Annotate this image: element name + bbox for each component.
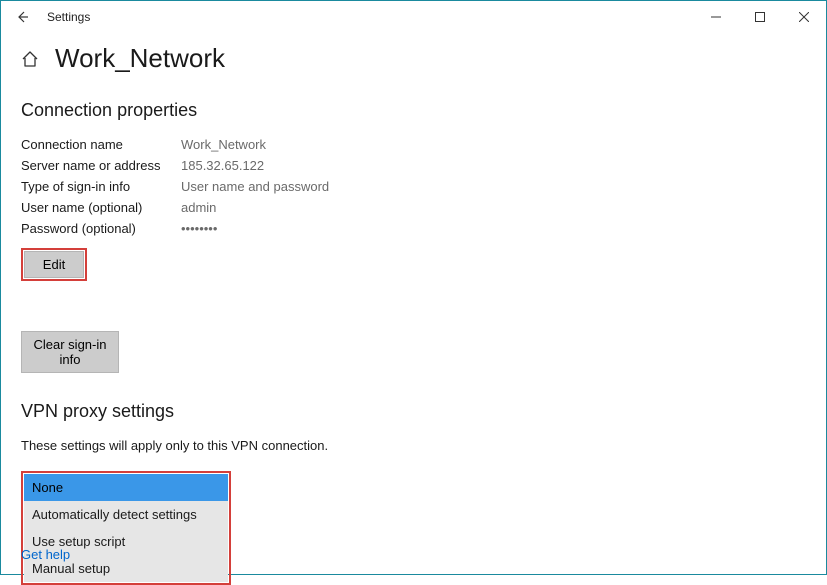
prop-label: Server name or address: [21, 158, 181, 173]
title-bar: Settings: [1, 1, 826, 33]
prop-value: admin: [181, 200, 216, 215]
home-icon[interactable]: [21, 50, 39, 68]
prop-row-password: Password (optional) ••••••••: [21, 221, 806, 236]
prop-row-username: User name (optional) admin: [21, 200, 806, 215]
clear-signin-button[interactable]: Clear sign-in info: [21, 331, 119, 373]
get-help-link[interactable]: Get help: [21, 547, 70, 562]
window-title: Settings: [47, 10, 90, 24]
minimize-button[interactable]: [694, 2, 738, 32]
prop-value: 185.32.65.122: [181, 158, 264, 173]
window-controls: [694, 2, 826, 32]
prop-row-connection-name: Connection name Work_Network: [21, 137, 806, 152]
prop-row-server: Server name or address 185.32.65.122: [21, 158, 806, 173]
prop-label: User name (optional): [21, 200, 181, 215]
maximize-button[interactable]: [738, 2, 782, 32]
proxy-option-none[interactable]: None: [24, 474, 228, 501]
page-header: Work_Network: [21, 43, 806, 74]
prop-value: Work_Network: [181, 137, 266, 152]
proxy-option-auto[interactable]: Automatically detect settings: [24, 501, 228, 528]
edit-button-highlight: Edit: [21, 248, 87, 281]
prop-label: Connection name: [21, 137, 181, 152]
connection-properties-heading: Connection properties: [21, 100, 806, 121]
vpn-proxy-description: These settings will apply only to this V…: [21, 438, 806, 453]
proxy-dropdown[interactable]: None Automatically detect settings Use s…: [24, 474, 228, 582]
prop-label: Type of sign-in info: [21, 179, 181, 194]
prop-value: User name and password: [181, 179, 329, 194]
prop-row-signin-type: Type of sign-in info User name and passw…: [21, 179, 806, 194]
back-icon[interactable]: [15, 10, 29, 24]
vpn-proxy-heading: VPN proxy settings: [21, 401, 806, 422]
proxy-dropdown-highlight: None Automatically detect settings Use s…: [21, 471, 231, 585]
close-button[interactable]: [782, 2, 826, 32]
connection-properties: Connection name Work_Network Server name…: [21, 137, 806, 236]
edit-button[interactable]: Edit: [24, 251, 84, 278]
prop-label: Password (optional): [21, 221, 181, 236]
prop-value: ••••••••: [181, 221, 217, 236]
page-title: Work_Network: [55, 43, 225, 74]
